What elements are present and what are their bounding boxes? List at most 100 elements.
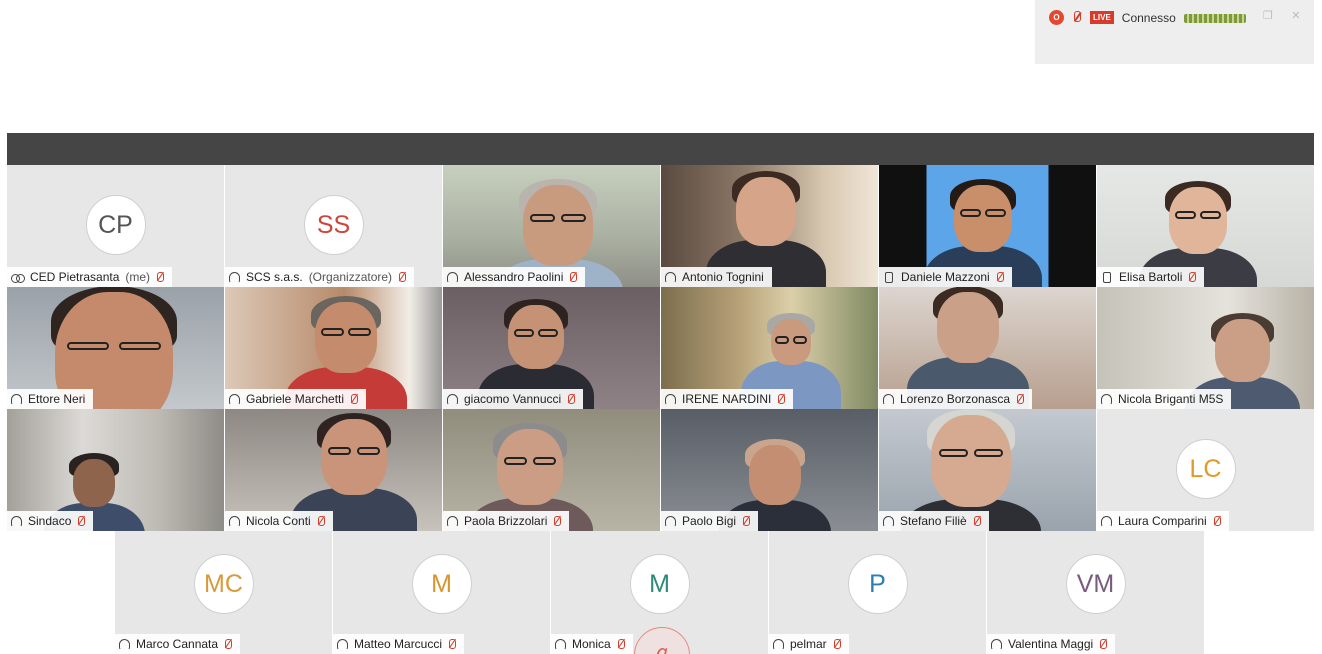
meeting-toolbar bbox=[7, 133, 1314, 165]
participant-tile[interactable]: Paolo Bigi bbox=[661, 409, 878, 531]
participant-tile[interactable]: Sindaco bbox=[7, 409, 224, 531]
participant-name-tag: Matteo Marcucci bbox=[333, 634, 465, 654]
mic-muted-icon bbox=[833, 638, 841, 651]
headset-icon bbox=[1101, 393, 1112, 405]
participant-name-tag: Marco Cannata bbox=[115, 634, 241, 654]
connection-status: Connesso bbox=[1121, 11, 1176, 25]
participant-tile[interactable]: Stefano Filiè bbox=[879, 409, 1096, 531]
headset-icon bbox=[11, 515, 22, 527]
headset-icon bbox=[229, 515, 240, 527]
restore-window-icon[interactable]: ❐ bbox=[1262, 10, 1274, 22]
participant-tile[interactable]: Lorenzo Borzonasca bbox=[879, 287, 1096, 409]
phone-icon bbox=[1103, 271, 1111, 283]
mic-muted-icon bbox=[317, 515, 325, 528]
phone-icon bbox=[885, 271, 893, 283]
participant-name-tag: Alessandro Paolini bbox=[443, 267, 586, 287]
participant-tile[interactable]: Daniele Mazzoni bbox=[879, 165, 1096, 287]
participant-role: (me) bbox=[125, 270, 151, 284]
participant-name: Lorenzo Borzonasca bbox=[900, 392, 1011, 406]
participant-name-tag: Nicola Conti bbox=[225, 511, 333, 531]
headset-icon bbox=[883, 393, 894, 405]
participant-tile[interactable]: Nicola Briganti M5S bbox=[1097, 287, 1314, 409]
signal-strength-icon bbox=[1183, 14, 1246, 23]
mic-muted-icon bbox=[1099, 638, 1108, 651]
participant-name: Elisa Bartoli bbox=[1119, 270, 1183, 284]
headset-icon bbox=[229, 271, 240, 283]
mic-muted-icon bbox=[973, 515, 981, 528]
participant-name: pelmar bbox=[790, 637, 827, 651]
participant-tile[interactable]: Ppelmar bbox=[769, 531, 986, 654]
mic-muted-icon bbox=[567, 393, 576, 406]
close-window-icon[interactable]: ✕ bbox=[1290, 10, 1302, 22]
participant-name-tag: Stefano Filiè bbox=[879, 511, 989, 531]
participant-name-tag: Laura Comparini bbox=[1097, 511, 1229, 531]
participant-role: (Organizzatore) bbox=[308, 270, 393, 284]
participant-tile[interactable]: Elisa Bartoli bbox=[1097, 165, 1314, 287]
participant-name: Marco Cannata bbox=[136, 637, 219, 651]
participant-name-tag: Monica bbox=[551, 634, 633, 654]
participant-name-tag: Lorenzo Borzonasca bbox=[879, 389, 1033, 409]
headset-icon bbox=[665, 393, 676, 405]
headset-icon bbox=[555, 638, 566, 650]
live-badge: LIVE bbox=[1090, 11, 1114, 24]
avatar: LC bbox=[1175, 439, 1236, 499]
participant-tile[interactable]: IRENE NARDINI bbox=[661, 287, 878, 409]
headset-icon bbox=[773, 638, 784, 650]
headset-icon bbox=[447, 393, 458, 405]
participant-tile[interactable]: LC Laura Comparini bbox=[1097, 409, 1314, 531]
status-panel: O LIVE Connesso ❐ ✕ bbox=[1035, 0, 1314, 64]
mic-muted-icon bbox=[617, 638, 625, 651]
headset-icon bbox=[229, 393, 240, 405]
avatar: CP bbox=[85, 195, 146, 255]
avatar: P bbox=[847, 554, 908, 614]
participant-tile[interactable]: giacomo Vannucci bbox=[443, 287, 660, 409]
participant-tile[interactable]: VM Valentina Maggi bbox=[987, 531, 1204, 654]
participant-name: Ettore Neri bbox=[28, 392, 86, 406]
headset-icon bbox=[447, 515, 458, 527]
mic-muted-icon bbox=[156, 271, 165, 284]
participant-name: giacomo Vannucci bbox=[464, 392, 562, 406]
participant-tile[interactable]: Alessandro Paolini bbox=[443, 165, 660, 287]
participant-name-tag: Elisa Bartoli bbox=[1097, 267, 1205, 287]
participant-name: Daniele Mazzoni bbox=[901, 270, 990, 284]
participant-name: Nicola Briganti M5S bbox=[1118, 392, 1224, 406]
participant-name-tag: Ettore Neri bbox=[7, 389, 94, 409]
participant-tile[interactable]: Ettore Neri bbox=[7, 287, 224, 409]
mic-muted-icon bbox=[742, 515, 751, 528]
participant-name: IRENE NARDINI bbox=[682, 392, 772, 406]
participant-name: Paola Brizzolari bbox=[464, 514, 548, 528]
headset-icon bbox=[883, 515, 894, 527]
participant-tile[interactable]: Antonio Tognini bbox=[661, 165, 878, 287]
participant-name-tag: Sindaco bbox=[7, 511, 94, 531]
participant-tile[interactable]: Gabriele Marchetti bbox=[225, 287, 442, 409]
participant-tile[interactable]: Paola Brizzolari bbox=[443, 409, 660, 531]
participant-tile[interactable]: M Matteo Marcucci bbox=[333, 531, 550, 654]
participant-tile[interactable]: CP CED Pietrasanta (me) bbox=[7, 165, 224, 287]
video-grid: CP CED Pietrasanta (me) SS SCS s.a.s. (Organi… bbox=[7, 165, 1314, 531]
participant-name-tag: Paolo Bigi bbox=[661, 511, 759, 531]
participant-tile[interactable]: Nicola Conti bbox=[225, 409, 442, 531]
mic-muted-icon[interactable] bbox=[1072, 10, 1082, 25]
participant-name: Antonio Tognini bbox=[682, 270, 764, 284]
mic-muted-icon bbox=[553, 515, 562, 528]
participant-tile[interactable]: SS SCS s.a.s. (Organizzatore) bbox=[225, 165, 442, 287]
participant-name: Laura Comparini bbox=[1118, 514, 1207, 528]
participant-name-tag: SCS s.a.s. (Organizzatore) bbox=[225, 267, 415, 287]
participant-name: SCS s.a.s. bbox=[246, 270, 303, 284]
participant-name-tag: IRENE NARDINI bbox=[661, 389, 794, 409]
avatar: MC bbox=[193, 554, 254, 614]
headset-icon bbox=[991, 638, 1002, 650]
avatar: SS bbox=[303, 195, 364, 255]
mic-muted-icon bbox=[1213, 515, 1221, 528]
mic-muted-icon bbox=[77, 515, 86, 528]
participant-name-tag: Paola Brizzolari bbox=[443, 511, 570, 531]
participant-name-tag: Gabriele Marchetti bbox=[225, 389, 367, 409]
headset-icon bbox=[11, 393, 22, 405]
recording-icon[interactable]: O bbox=[1049, 10, 1064, 25]
mic-muted-icon bbox=[398, 271, 407, 284]
participant-tile[interactable]: MC Marco Cannata bbox=[115, 531, 332, 654]
participant-name: Matteo Marcucci bbox=[354, 637, 443, 651]
headset-icon bbox=[665, 271, 676, 283]
participant-name: CED Pietrasanta bbox=[30, 270, 120, 284]
participant-name-tag: Valentina Maggi bbox=[987, 634, 1116, 654]
